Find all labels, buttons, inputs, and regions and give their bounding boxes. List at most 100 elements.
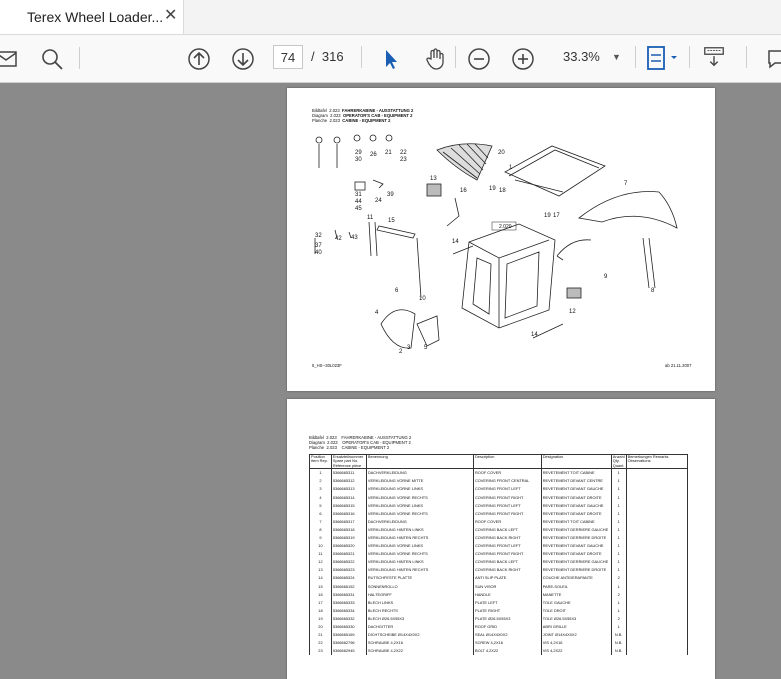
table-cell: 17 (309, 598, 332, 607)
table-cell (625, 574, 689, 583)
table-cell: 7 (309, 517, 332, 526)
table-cell: COVERING FRONT LEFT (472, 542, 542, 551)
zoom-in-icon[interactable] (511, 47, 535, 71)
table-cell (625, 566, 689, 575)
table-cell: 5366665318 (330, 525, 367, 534)
callout-4: 4 (375, 310, 379, 316)
table-cell: VERKLEIDUNG HINTEN RECHTS (365, 566, 474, 575)
callout-2: 2 (399, 349, 403, 355)
table-cell: 1 (610, 517, 627, 526)
table-cell: 18 (309, 606, 332, 615)
callout-20: 20 (498, 150, 505, 156)
table-cell: COUCHE ANTIDERAPANTE (540, 574, 612, 583)
diagram-footer-code: 5_HS--30L023F (312, 363, 342, 368)
table-cell: N.B. (610, 639, 627, 648)
fit-page-icon[interactable] (645, 45, 681, 70)
table-cell: COVERING FRONT RIGHT (472, 493, 542, 502)
search-icon[interactable] (40, 47, 64, 71)
table-cell: 9 (309, 533, 332, 543)
table-cell: 15 (309, 582, 332, 591)
table-row: 18 5366665334 BLECH RECHTS PLATE RIGHT TOLE … (309, 606, 689, 615)
table-cell: REVETEMENT DERRIERE GAUCHE (540, 558, 612, 567)
toolbar-divider (455, 46, 456, 68)
table-cell: JOINT Ø14X4X0X2 (540, 631, 612, 640)
table-cell (625, 631, 689, 640)
table-cell (625, 558, 689, 567)
table-cell: 5366665331 (330, 590, 367, 599)
parts-table-body: 1 5366665311 DACHVERKLEIDUNG ROOF COVER REVE… (309, 468, 689, 656)
close-icon[interactable]: ✕ (164, 7, 177, 25)
table-cell: BLECH LINKS (365, 598, 474, 607)
table-cell: 2 (610, 574, 627, 583)
table-cell: 19 (309, 614, 332, 623)
hand-tool-icon[interactable] (423, 47, 447, 71)
table-cell (625, 582, 689, 591)
table-cell: 5366665324 (330, 574, 367, 583)
table-cell: 21 (309, 631, 332, 640)
callout-21: 21 (385, 150, 392, 156)
table-cell: N.B. (610, 631, 627, 640)
chevron-down-icon: ▼ (612, 52, 621, 62)
table-cell: 3 (309, 485, 332, 494)
table-cell (625, 590, 689, 599)
table-cell: 13 (309, 566, 332, 575)
page-down-icon[interactable] (231, 47, 255, 71)
zoom-out-icon[interactable] (467, 47, 491, 71)
table-cell: COVERING FRONT LEFT (472, 485, 542, 494)
table-cell: TOLE DROIT (540, 606, 612, 615)
callout-16: 16 (460, 188, 467, 194)
callout-6: 6 (395, 288, 399, 294)
callout-12: 12 (569, 309, 576, 315)
callout-15: 15 (388, 218, 395, 224)
table-cell: REVETEMENT DEVANT DROITE (540, 493, 612, 502)
mail-icon[interactable] (0, 47, 18, 71)
zoom-select[interactable]: 33.3% ▼ (556, 45, 626, 69)
table-cell: 1 (610, 582, 627, 591)
toolbar-divider (689, 46, 690, 68)
table-row: 4 5366665314 VERKLEIDUNG VORNE RECHTS COVER… (309, 493, 689, 502)
table-cell: 6 (309, 509, 332, 518)
table-row: 10 5366665320 VERKLEIDUNG VORNE LINKS COVER… (309, 542, 689, 551)
page-up-icon[interactable] (187, 47, 211, 71)
table-cell: 16 (309, 590, 332, 599)
callout-13: 13 (430, 176, 437, 182)
col-designation: Désignation (540, 453, 612, 470)
col-position: Position Item Rep. (309, 453, 332, 470)
read-aloud-icon[interactable] (702, 45, 726, 69)
table-cell: 5366662796 (330, 639, 367, 648)
table-cell: 1 (610, 566, 627, 575)
table-cell (625, 647, 689, 656)
table-cell (625, 509, 689, 518)
col-benennung: Benennung (365, 453, 474, 470)
table-cell: 2 (309, 477, 332, 486)
table-cell: REVETEMENT DERRIERE GAUCHE (540, 525, 612, 534)
toolbar-divider (746, 46, 747, 68)
table-cell: SONNENROLLO (365, 582, 474, 591)
table-cell: PLATE LEFT (472, 598, 542, 607)
table-cell: 1 (610, 598, 627, 607)
select-cursor-icon[interactable] (379, 47, 403, 71)
table-cell: 1 (610, 533, 627, 543)
table-cell: VERKLEIDUNG VORNE LINKS (365, 501, 474, 510)
comment-icon[interactable] (766, 47, 781, 71)
callout-39: 39 (387, 192, 394, 198)
table-row: 23 5366662945 SCHRAUBE 4,2X22 BOLT 4,2X22 VI… (309, 647, 689, 656)
table-cell: SCREW 4,2X16 (472, 639, 542, 648)
table-row: 17 5366665333 BLECH LINKS PLATE LEFT TOLE GA… (309, 598, 689, 607)
table-cell: 5366665312 (330, 477, 367, 486)
callout-7: 7 (624, 181, 628, 187)
table-cell: COVERING BACK RIGHT (472, 566, 542, 575)
table-cell: REVETEMENT DEVANT DROITE (540, 550, 612, 559)
parts-table-header: Position Item Rep. Ersatzteilnummer Spar… (309, 453, 689, 470)
table-cell: 1 (610, 525, 627, 534)
table-cell: RUTSCHFESTE PLATTE (365, 574, 474, 583)
page-number-input[interactable]: 74 (273, 45, 303, 69)
callout-43: 43 (351, 235, 358, 241)
document-tab[interactable]: Terex Wheel Loader... ✕ (0, 0, 184, 34)
table-cell: VERKLEIDUNG VORNE MITTE (365, 477, 474, 486)
table-row: 15 5366665152 SONNENROLLO SUN VISOR PARE-SOL… (309, 582, 689, 591)
table-cell: 1 (610, 493, 627, 502)
callout-11: 11 (367, 215, 374, 221)
callout-30: 30 (355, 157, 362, 163)
table-cell: TOLE Ø26.5X55X3 (540, 614, 612, 623)
